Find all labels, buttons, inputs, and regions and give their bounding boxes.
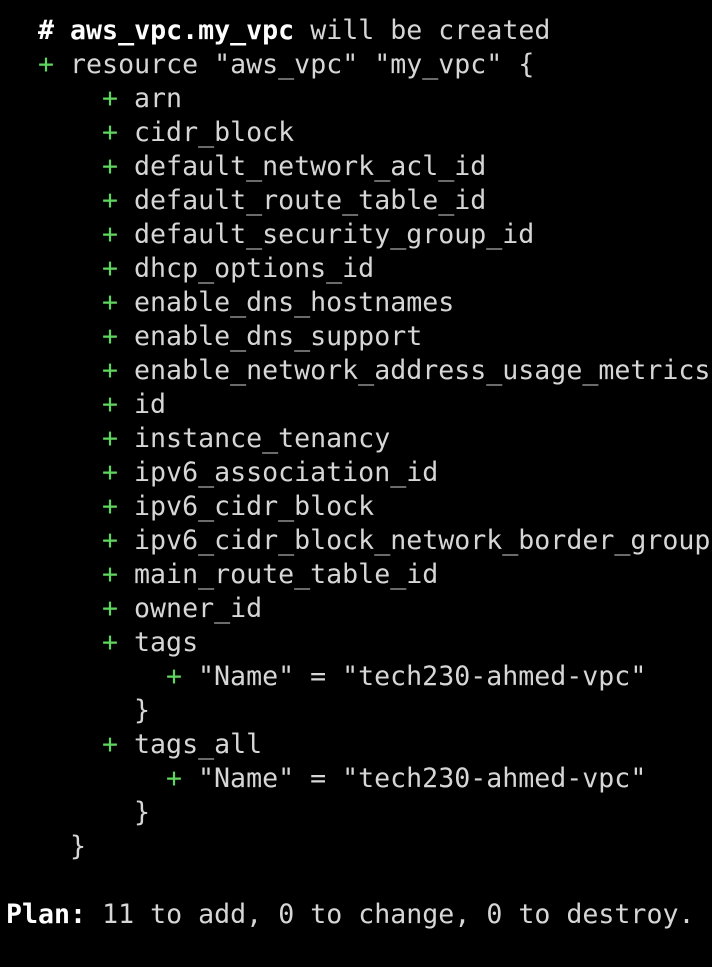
tags-all-name: tags_all bbox=[134, 729, 263, 760]
attribute-line: + ipv6_cidr_block bbox=[102, 490, 374, 524]
comment-hash: # bbox=[38, 15, 55, 46]
plus-sign: + bbox=[102, 491, 119, 522]
attribute-name: ipv6_cidr_block bbox=[134, 491, 375, 522]
attribute-name: ipv6_cidr_block_network_border_group bbox=[134, 525, 711, 556]
terminal-window[interactable]: # aws_vpc.my_vpc will be created + resou… bbox=[0, 0, 712, 967]
attribute-line: + enable_dns_hostnames bbox=[102, 286, 454, 320]
plus-sign: + bbox=[102, 185, 119, 216]
attribute-line: + dhcp_options_id bbox=[102, 252, 374, 286]
attribute-name: cidr_block bbox=[134, 117, 295, 148]
resource-header-text: resource "aws_vpc" "my_vpc" { bbox=[70, 49, 535, 80]
plus-sign: + bbox=[102, 219, 119, 250]
plus-sign: + bbox=[102, 117, 119, 148]
plus-sign: + bbox=[102, 559, 119, 590]
action-text: will be created bbox=[310, 15, 551, 46]
tags-entry-text: "Name" = "tech230-ahmed-vpc" bbox=[198, 661, 647, 692]
attribute-name: id bbox=[134, 389, 167, 420]
plus-sign: + bbox=[102, 151, 119, 182]
attribute-name: enable_dns_hostnames bbox=[134, 287, 455, 318]
plan-summary-line: Plan: 11 to add, 0 to change, 0 to destr… bbox=[6, 898, 694, 932]
attribute-line: + id bbox=[102, 388, 166, 422]
resource-address: aws_vpc.my_vpc bbox=[70, 15, 295, 46]
attribute-line: + default_security_group_id bbox=[102, 218, 534, 252]
plan-label: Plan: bbox=[6, 899, 87, 930]
attribute-name: tags bbox=[134, 627, 199, 658]
plus-sign: + bbox=[102, 389, 119, 420]
plan-summary-text: 11 to add, 0 to change, 0 to destroy. bbox=[102, 899, 695, 930]
attribute-line: + cidr_block bbox=[102, 116, 294, 150]
attribute-line: + tags bbox=[102, 626, 198, 660]
plus-sign: + bbox=[166, 661, 183, 692]
plus-sign: + bbox=[102, 355, 119, 386]
attribute-name: default_security_group_id bbox=[134, 219, 535, 250]
plus-sign: + bbox=[102, 253, 119, 284]
plus-sign: + bbox=[102, 423, 119, 454]
attribute-name: default_network_acl_id bbox=[134, 151, 487, 182]
plus-sign: + bbox=[102, 287, 119, 318]
attribute-line: + default_route_table_id bbox=[102, 184, 486, 218]
plus-sign: + bbox=[102, 321, 119, 352]
attribute-name: ipv6_association_id bbox=[134, 457, 439, 488]
attribute-line: + ipv6_cidr_block_network_border_group bbox=[102, 524, 710, 558]
attribute-name: arn bbox=[134, 83, 183, 114]
attribute-line: + ipv6_association_id bbox=[102, 456, 438, 490]
attribute-line: + enable_dns_support bbox=[102, 320, 422, 354]
tags-all-close-brace: } bbox=[134, 797, 151, 828]
attribute-name: enable_network_address_usage_metrics bbox=[134, 355, 711, 386]
attribute-line: + default_network_acl_id bbox=[102, 150, 486, 184]
tags-entry-line: + "Name" = "tech230-ahmed-vpc" bbox=[166, 660, 646, 694]
plus-sign: + bbox=[102, 593, 119, 624]
attribute-name: enable_dns_support bbox=[134, 321, 423, 352]
plus-sign: + bbox=[102, 729, 119, 760]
attribute-line: + main_route_table_id bbox=[102, 558, 438, 592]
attribute-line: + owner_id bbox=[102, 592, 262, 626]
attribute-name: dhcp_options_id bbox=[134, 253, 375, 284]
attribute-line: + instance_tenancy bbox=[102, 422, 390, 456]
tags-close-brace: } bbox=[134, 695, 151, 726]
resource-header-line: + resource "aws_vpc" "my_vpc" { bbox=[38, 48, 534, 82]
plus-sign: + bbox=[102, 83, 119, 114]
tags-all-entry-line: + "Name" = "tech230-ahmed-vpc" bbox=[166, 762, 646, 796]
plan-comment-line: # aws_vpc.my_vpc will be created bbox=[38, 14, 550, 48]
plus-sign: + bbox=[102, 525, 119, 556]
plus-sign: + bbox=[102, 627, 119, 658]
plus-sign: + bbox=[38, 49, 55, 80]
resource-close-brace: } bbox=[70, 831, 87, 862]
tags-all-line: + tags_all bbox=[102, 728, 262, 762]
plus-sign: + bbox=[166, 763, 183, 794]
attribute-line: + arn bbox=[102, 82, 182, 116]
attribute-name: default_route_table_id bbox=[134, 185, 487, 216]
attribute-name: owner_id bbox=[134, 593, 263, 624]
tags-all-entry-text: "Name" = "tech230-ahmed-vpc" bbox=[198, 763, 647, 794]
attribute-name: main_route_table_id bbox=[134, 559, 439, 590]
plus-sign: + bbox=[102, 457, 119, 488]
attribute-name: instance_tenancy bbox=[134, 423, 391, 454]
attribute-line: + enable_network_address_usage_metrics bbox=[102, 354, 710, 388]
